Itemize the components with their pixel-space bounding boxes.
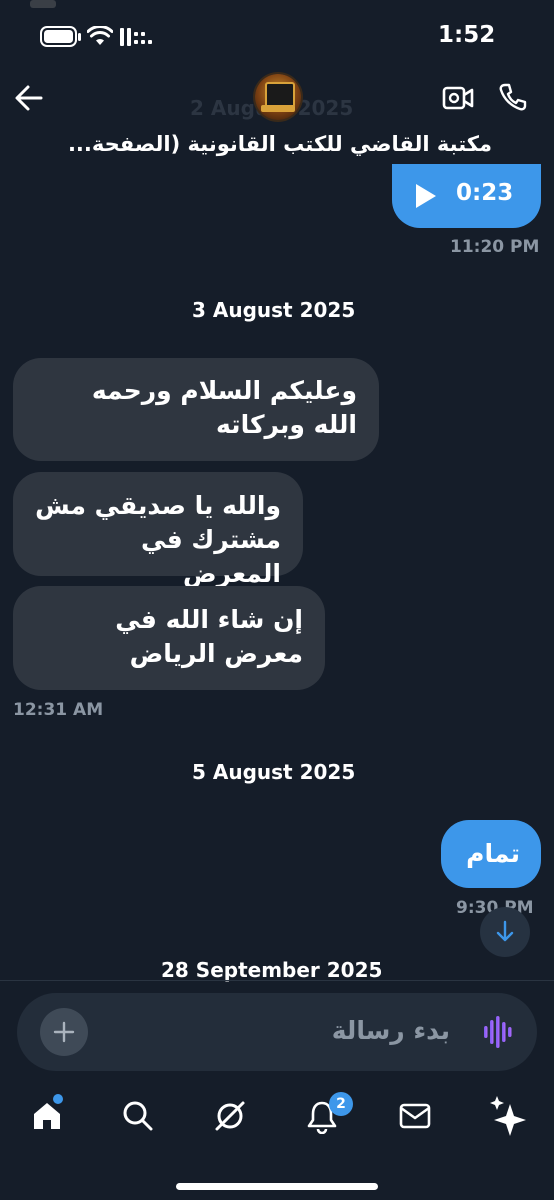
plus-icon <box>53 1021 75 1043</box>
wifi-icon <box>87 26 113 45</box>
screen-mirroring-icon <box>30 0 56 8</box>
chat-title[interactable]: مكتبة القاضي للكتب القانونية (الصفحة... <box>68 132 492 156</box>
status-bar: 1:52 <box>0 0 554 60</box>
arrow-down-icon <box>496 920 514 942</box>
home-icon[interactable] <box>31 1100 63 1132</box>
grok-icon[interactable] <box>212 1098 248 1134</box>
date-separator: 28 September 2025 <box>161 958 383 982</box>
bottom-nav <box>0 1080 554 1180</box>
voice-message-bubble[interactable]: 0:23 <box>392 164 541 228</box>
home-indicator <box>176 1183 378 1190</box>
incoming-message[interactable]: وعليكم السلام ورحمه الله وبركاته <box>13 358 379 461</box>
voice-duration: 0:23 <box>456 180 514 206</box>
video-call-icon[interactable] <box>442 84 474 112</box>
date-separator: 5 August 2025 <box>192 760 356 784</box>
cellular-signal-icon <box>120 28 152 46</box>
sparkle-ai-icon[interactable] <box>488 1094 528 1138</box>
status-time: 1:52 <box>438 22 496 48</box>
scroll-to-bottom-button[interactable] <box>480 907 530 957</box>
message-composer[interactable] <box>17 993 537 1071</box>
date-separator: 3 August 2025 <box>192 298 356 322</box>
add-attachment-button[interactable] <box>40 1008 88 1056</box>
message-input[interactable]: بدء رسالة <box>332 1016 450 1045</box>
search-icon[interactable] <box>122 1100 154 1132</box>
notifications-badge: 2 <box>329 1092 353 1116</box>
avatar[interactable] <box>255 74 301 120</box>
back-arrow-icon[interactable] <box>14 84 44 112</box>
phone-call-icon[interactable] <box>498 82 528 112</box>
battery-icon <box>40 26 81 47</box>
outgoing-message[interactable]: تمام <box>441 820 541 888</box>
messages-envelope-icon[interactable] <box>399 1103 431 1129</box>
voice-record-icon[interactable] <box>483 1016 513 1048</box>
divider <box>0 980 554 981</box>
message-timestamp: 11:20 PM <box>450 237 540 257</box>
incoming-message[interactable]: والله يا صديقي مش مشترك في المعرض <box>13 472 303 588</box>
home-notification-dot <box>53 1094 63 1104</box>
play-icon[interactable] <box>414 182 438 210</box>
message-timestamp: 12:31 AM <box>13 700 104 720</box>
incoming-message[interactable]: إن شاء الله في معرض الرياض <box>13 586 325 690</box>
